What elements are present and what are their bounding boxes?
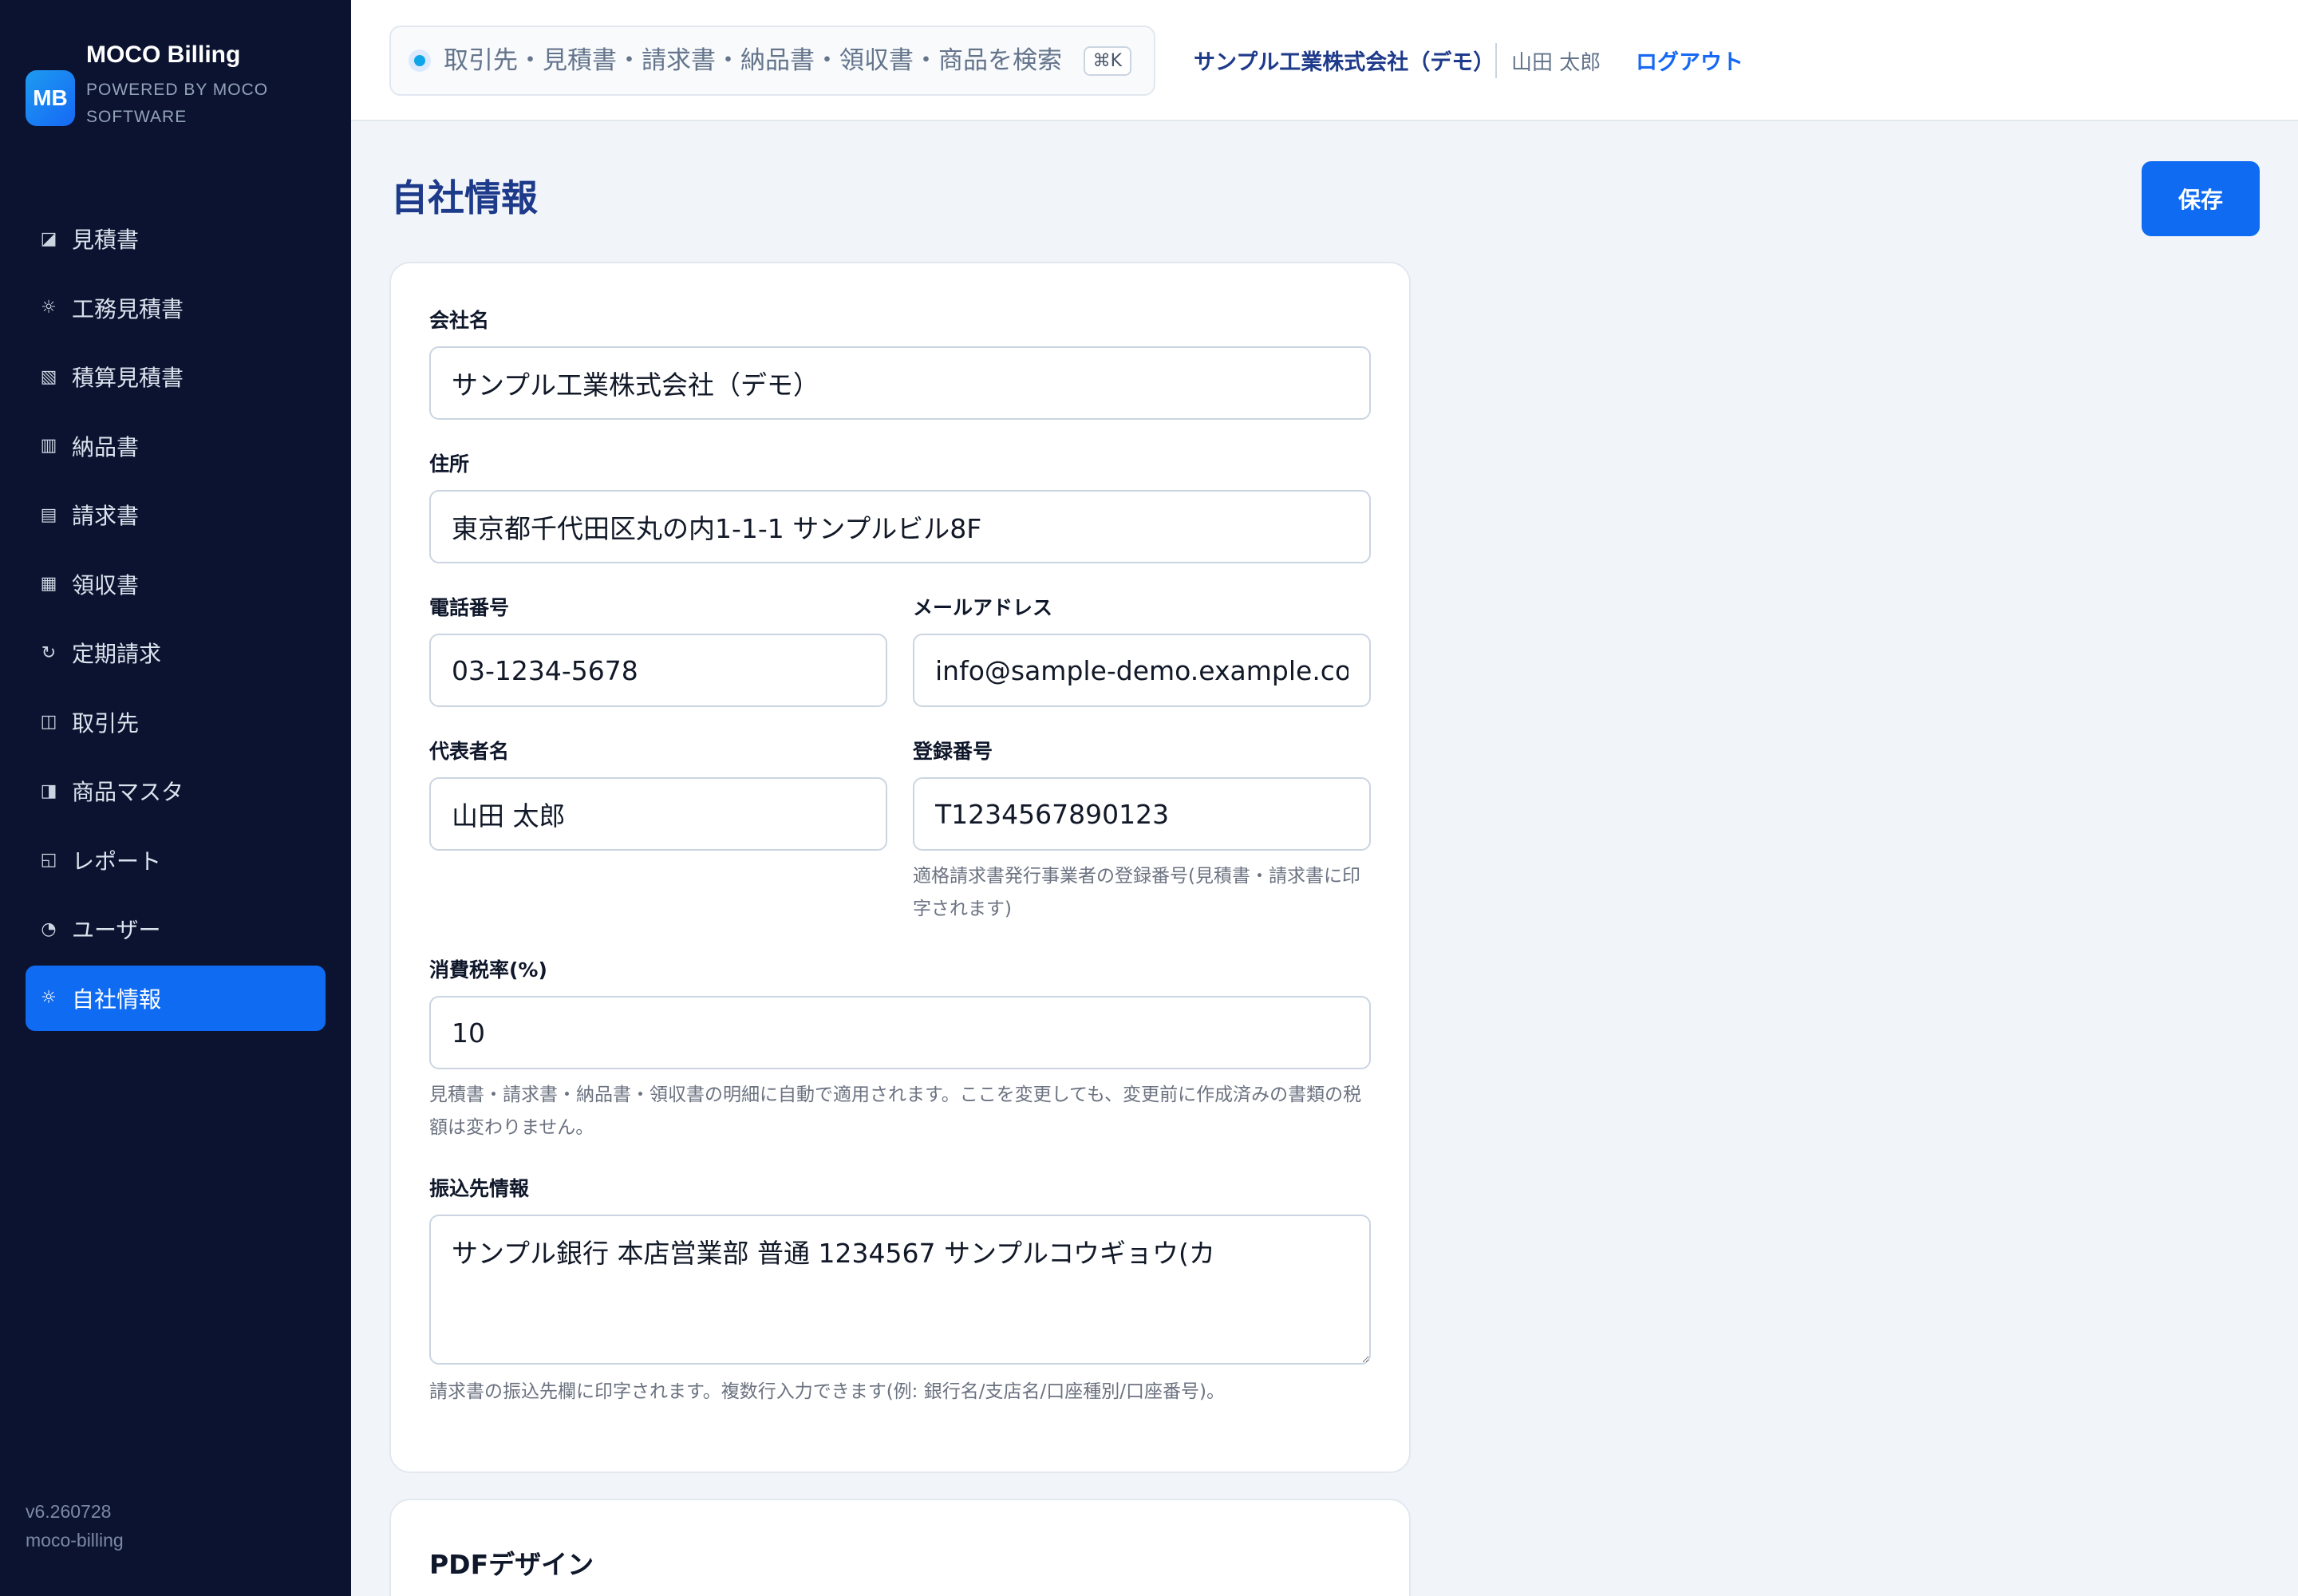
sidebar-item-label: 定期請求 [72,641,162,667]
pdf-design-title: PDFデザイン [429,1549,594,1580]
company-switcher-link[interactable]: サンプル工業株式会社（デモ） [1194,45,1494,76]
search-status-icon [409,49,431,72]
gear-icon: ☼ [41,988,57,1008]
sidebar: MB MOCO Billing POWERED BY MOCO SOFTWARE… [0,0,351,1596]
sidebar-item-delivery-notes[interactable]: ▥ 納品書 [26,413,326,479]
sidebar-item-receipts[interactable]: ▦ 領収書 [26,551,326,617]
app-id-label: moco-billing [26,1530,124,1551]
save-button[interactable]: 保存 [2142,161,2260,236]
sidebar-item-label: 自社情報 [72,986,162,1013]
users-icon: ◔ [41,918,57,939]
address-label: 住所 [429,452,470,476]
sidebar-item-label: 商品マスタ [72,779,184,805]
calculation-icon: ▧ [40,366,57,387]
company-name-label: 会社名 [429,309,490,332]
representative-label: 代表者名 [429,740,510,763]
bank-info-label: 振込先情報 [429,1177,530,1200]
report-icon: ◱ [40,850,57,870]
bank-info-textarea[interactable]: サンプル銀行 本店営業部 普通 1234567 サンプルコウギョウ(カ [429,1215,1371,1365]
phone-label: 電話番号 [429,596,510,619]
address-input[interactable] [429,490,1371,563]
email-label: メールアドレス [913,596,1053,619]
sidebar-item-invoices[interactable]: ▤ 請求書 [26,482,326,547]
sidebar-item-clients[interactable]: ◫ 取引先 [26,689,326,755]
registration-number-label: 登録番号 [913,740,993,763]
tax-rate-help: 見積書・請求書・納品書・領収書の明細に自動で適用されます。ここを変更しても、変更… [429,1084,1362,1138]
version-label: v6.260728 [26,1501,112,1522]
bank-info-help: 請求書の振込先欄に印字されます。複数行入力できます(例: 銀行名/支店名/口座種… [429,1381,1225,1402]
sidebar-item-label: 請求書 [72,503,140,529]
sidebar-item-label: ユーザー [72,917,161,943]
receipt-icon: ▦ [40,574,57,594]
sidebar-item-label: 納品書 [72,433,140,460]
sidebar-item-product-master[interactable]: ◨ 商品マスタ [26,758,326,824]
sidebar-item-label: 積算見積書 [72,365,184,391]
sidebar-nav: ◪ 見積書 ☼ 工務見積書 ▧ 積算見積書 ▥ 納品書 ▤ 請求書 ▦ 領収書 … [26,206,326,1034]
sidebar-item-users[interactable]: ◔ ユーザー [26,896,326,962]
topbar: ⌘K サンプル工業株式会社（デモ） 山田 太郎 ログアウト [351,0,2298,121]
sidebar-item-calculation-estimates[interactable]: ▧ 積算見積書 [26,344,326,409]
sidebar-item-estimates[interactable]: ◪ 見積書 [26,206,326,271]
global-search[interactable]: ⌘K [389,26,1155,96]
recurring-icon: ↻ [41,642,57,663]
sidebar-item-label: 見積書 [72,227,140,253]
registration-number-input[interactable] [913,777,1371,851]
brand: MB MOCO Billing POWERED BY MOCO SOFTWARE [26,38,294,131]
search-input[interactable] [444,46,1071,75]
sidebar-item-label: 領収書 [72,571,140,598]
representative-input[interactable] [429,777,887,851]
sidebar-item-company-info[interactable]: ☼ 自社情報 [26,965,326,1031]
company-info-card: 会社名 住所 電話番号 メールアドレス 代表者名 登録番号 適格請求書発行事業者… [389,262,1411,1473]
product-icon: ◨ [40,780,57,801]
invoice-icon: ▤ [40,504,57,525]
page-title: 自社情報 [391,176,538,219]
phone-input[interactable] [429,634,887,707]
logout-link[interactable]: ログアウト [1636,45,1743,76]
tax-rate-input[interactable] [429,996,1371,1069]
topbar-divider [1495,43,1497,78]
current-user-name: 山田 太郎 [1511,51,1601,75]
clients-icon: ◫ [40,712,57,732]
sidebar-item-reports[interactable]: ◱ レポート [26,828,326,893]
construction-icon: ☼ [41,298,57,318]
brand-name: MOCO Billing [86,41,241,68]
pdf-design-card: PDFデザイン [389,1499,1411,1596]
brand-logo: MB [26,70,75,126]
shortcut-badge: ⌘K [1083,45,1131,76]
sidebar-item-recurring-billing[interactable]: ↻ 定期請求 [26,620,326,685]
sidebar-item-construction-estimates[interactable]: ☼ 工務見積書 [26,275,326,341]
brand-text: MOCO Billing POWERED BY MOCO SOFTWARE [86,38,294,131]
registration-number-help: 適格請求書発行事業者の登録番号(見積書・請求書に印字されます) [913,866,1360,919]
sidebar-item-label: 取引先 [72,709,140,737]
brand-subtitle: POWERED BY MOCO SOFTWARE [86,81,269,126]
sidebar-item-label: 工務見積書 [72,295,184,322]
estimate-icon: ◪ [40,228,57,249]
company-name-input[interactable] [429,346,1371,420]
tax-rate-label: 消費税率(%) [429,958,547,982]
sidebar-item-label: レポート [72,847,162,875]
delivery-icon: ▥ [40,436,57,456]
email-input[interactable] [913,634,1371,707]
sidebar-footer: v6.260728 moco-billing [26,1497,124,1555]
